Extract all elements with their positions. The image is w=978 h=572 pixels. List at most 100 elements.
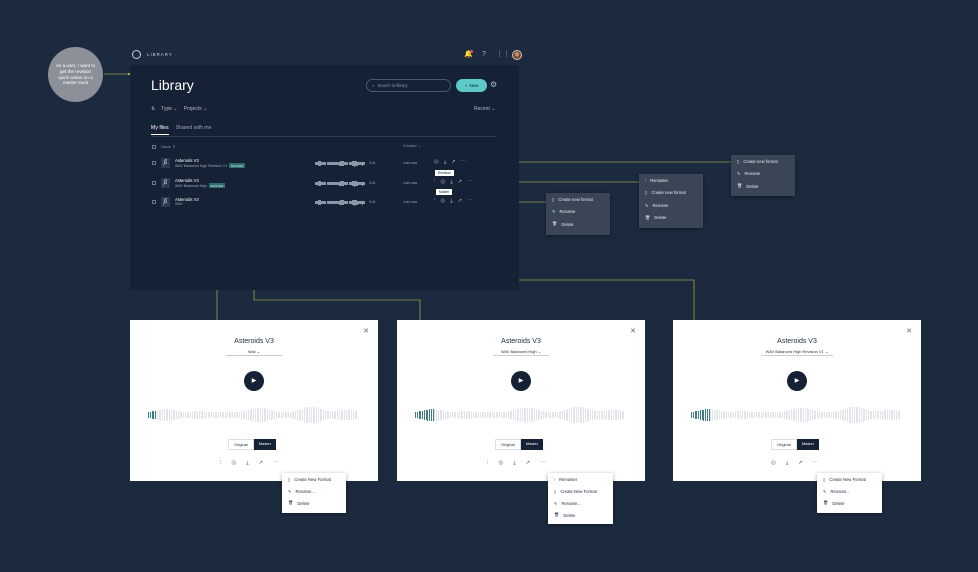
menu-item-rename[interactable]: ✎ Rename... <box>817 485 882 497</box>
modal-title: Asteroids V3 <box>234 338 274 345</box>
revision-icon[interactable]: ◎ <box>231 460 236 467</box>
master-option[interactable]: Master <box>520 439 544 450</box>
file-icon: ▯ <box>552 196 555 202</box>
close-icon[interactable]: ✕ <box>363 327 369 335</box>
download-icon[interactable]: ⤓ <box>450 198 452 205</box>
menu-item-create-format[interactable]: ▯ Create New Format <box>548 485 613 497</box>
play-button[interactable]: ▶ <box>244 371 264 391</box>
avatar[interactable] <box>512 50 522 60</box>
share-icon[interactable]: ➚ <box>259 460 264 467</box>
player-waveform[interactable] <box>148 405 358 425</box>
revision-icon[interactable]: ◎ <box>434 159 439 166</box>
menu-item-rename[interactable]: ✎ Rename <box>731 168 795 181</box>
column-header-name[interactable]: Name ⇕ <box>161 144 175 149</box>
trash-icon: 🗑 <box>552 221 558 227</box>
more-icon[interactable]: ⋯ <box>273 460 279 467</box>
table-row[interactable]: ß Asteroids V3 WAV 3:41 Just now ⫶ ◎ ⤓ ➚ ⋯ <box>151 194 497 213</box>
search-input[interactable]: ⌕ Search in library <box>366 79 451 92</box>
menu-item-remaster[interactable]: ⫶ Remaster <box>548 473 613 485</box>
format-select[interactable]: WAV Balanced High ⌄ <box>397 349 645 354</box>
more-icon[interactable]: ⋯ <box>467 179 473 186</box>
revision-icon[interactable]: ◎ <box>498 460 503 467</box>
remaster-icon[interactable]: ⫶ <box>220 460 221 467</box>
menu-item-create-format[interactable]: ▯ Create new format <box>731 155 795 168</box>
download-icon[interactable]: ⤓ <box>444 159 446 166</box>
close-icon[interactable]: ✕ <box>906 327 912 335</box>
tab-my-files[interactable]: My files <box>151 125 169 135</box>
share-icon[interactable]: ➚ <box>458 198 463 205</box>
more-icon[interactable]: ⋯ <box>461 159 467 166</box>
select-all-checkbox[interactable] <box>152 145 156 149</box>
menu-item-create-format[interactable]: ▯ Create new format <box>546 193 610 206</box>
tab-shared[interactable]: Shared with me <box>176 125 212 135</box>
revision-icon[interactable]: ◎ <box>771 460 776 467</box>
modal-menu: ⫶ Remaster ▯ Create New Format ✎ Rename... … <box>548 473 613 524</box>
menu-item-rename[interactable]: ✎ Rename... <box>282 485 346 497</box>
trash-icon: 🗑 <box>645 214 651 220</box>
format-select[interactable]: WAV Balanced High Revision V1 ⌄ <box>673 349 921 354</box>
original-option[interactable]: Original <box>495 439 521 450</box>
master-option[interactable]: Master <box>796 439 820 450</box>
row-duration: 3:41 <box>369 200 376 204</box>
download-icon[interactable]: ⤓ <box>450 179 452 186</box>
more-icon[interactable]: ⋯ <box>540 460 546 467</box>
share-icon[interactable]: ➚ <box>798 460 803 467</box>
more-icon[interactable]: ⋯ <box>467 198 473 205</box>
close-icon[interactable]: ✕ <box>630 327 636 335</box>
menu-item-remaster[interactable]: ⫶ Remaster <box>639 174 703 187</box>
type-filter[interactable]: Type ⌄ <box>161 106 177 112</box>
menu-item-delete[interactable]: 🗑 Delete <box>282 497 346 509</box>
remaster-icon[interactable]: ⫶ <box>434 198 435 205</box>
original-option[interactable]: Original <box>228 439 254 450</box>
projects-filter[interactable]: Projects ⌄ <box>184 106 208 112</box>
revision-icon[interactable]: ◎ <box>440 198 445 205</box>
menu-item-delete[interactable]: 🗑 Delete <box>731 180 795 193</box>
logo-icon <box>132 50 141 59</box>
row-checkbox[interactable] <box>152 200 156 204</box>
menu-item-create-format[interactable]: ▯ Create New Format <box>282 473 346 485</box>
trash-icon: 🗑 <box>737 183 743 189</box>
player-waveform[interactable] <box>415 405 625 425</box>
menu-item-create-format[interactable]: ▯ Create new format <box>639 187 703 200</box>
column-header-created[interactable]: Created → <box>403 144 421 148</box>
menu-item-rename[interactable]: ✎ Rename <box>546 206 610 219</box>
row-checkbox[interactable] <box>152 161 156 165</box>
menu-item-delete[interactable]: 🗑 Delete <box>639 212 703 225</box>
menu-item-create-format[interactable]: ▯ Create New Format <box>817 473 882 485</box>
more-icon[interactable]: ⋯ <box>813 460 819 467</box>
brand[interactable]: LIBRARY <box>132 50 173 59</box>
pencil-icon: ✎ <box>554 500 558 506</box>
gear-icon[interactable]: ⚙ <box>490 80 497 89</box>
menu-item-delete[interactable]: 🗑 Delete <box>817 497 882 509</box>
master-option[interactable]: Master <box>253 439 277 450</box>
row-checkbox[interactable] <box>152 181 156 185</box>
download-icon[interactable]: ⤓ <box>513 460 515 467</box>
new-button[interactable]: + New <box>456 79 487 92</box>
download-icon[interactable]: ⤓ <box>786 460 788 467</box>
player-waveform[interactable] <box>691 405 901 425</box>
bell-icon[interactable]: 🔔 <box>464 50 473 59</box>
menu-item-delete[interactable]: 🗑 Delete <box>546 218 610 231</box>
original-option[interactable]: Original <box>771 439 797 450</box>
row-format: WAV Balanced High MASTER <box>175 183 225 188</box>
version-toggle: Original Master <box>771 439 820 450</box>
remaster-icon[interactable]: ⫶ <box>487 460 488 467</box>
menu-item-rename[interactable]: ✎ Rename... <box>548 497 613 509</box>
file-icon: ß <box>161 158 170 168</box>
share-icon[interactable]: ➚ <box>526 460 531 467</box>
share-icon[interactable]: ➚ <box>458 179 463 186</box>
pencil-icon: ✎ <box>552 209 556 215</box>
download-icon[interactable]: ⤓ <box>246 460 248 467</box>
sort-dropdown[interactable]: Recent ⌄ <box>474 106 495 112</box>
share-icon[interactable]: ➚ <box>451 159 456 166</box>
revision-icon[interactable]: ◎ <box>440 179 445 186</box>
grid-icon[interactable]: ⋮⋮ <box>496 51 510 59</box>
format-select[interactable]: Wav ⌄ <box>130 349 378 354</box>
menu-item-rename[interactable]: ✎ Rename <box>639 199 703 212</box>
menu-item-delete[interactable]: 🗑 Delete <box>548 509 613 521</box>
play-button[interactable]: ▶ <box>787 371 807 391</box>
remaster-icon[interactable]: ⫶ <box>434 179 435 186</box>
filter-icon[interactable]: ⇅ <box>151 106 155 112</box>
play-button[interactable]: ▶ <box>511 371 531 391</box>
help-icon[interactable]: ? <box>480 51 488 59</box>
